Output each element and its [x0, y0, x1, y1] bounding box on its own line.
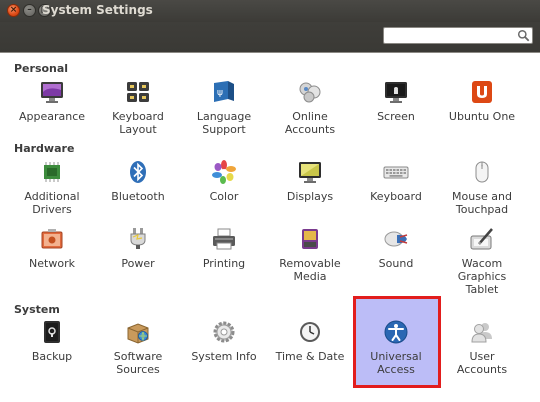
toolbar — [0, 22, 540, 53]
online-accounts-icon — [299, 82, 321, 103]
title-bar: × – ▢ System Settings — [0, 0, 540, 23]
network-label: Network — [29, 257, 75, 270]
minimize-icon: – — [27, 5, 32, 15]
removable-media-item[interactable]: Removable Media — [267, 226, 353, 283]
keyboard-layout-icon — [127, 82, 149, 102]
gear-icon — [213, 321, 235, 343]
keyboard-icon — [383, 166, 409, 179]
additional-drivers-icon — [44, 162, 60, 182]
additional-drivers-item[interactable]: Additional Drivers — [9, 159, 95, 216]
universal-access-item[interactable]: Universal Access — [353, 319, 439, 376]
window-title: System Settings — [42, 3, 153, 17]
color-label: Color — [209, 190, 239, 203]
ubuntu-one-icon — [472, 81, 492, 103]
system-info-item[interactable]: System Info — [181, 319, 267, 363]
minimize-window-button[interactable]: – — [23, 4, 36, 17]
color-item[interactable]: Color — [181, 159, 267, 203]
network-item[interactable]: Network — [9, 226, 95, 270]
language-support-label: Language Support — [196, 110, 252, 136]
universal-access-label: Universal Access — [370, 350, 422, 376]
universal-access-icon — [384, 320, 408, 344]
online-accounts-label: Online Accounts — [284, 110, 336, 136]
backup-label: Backup — [31, 350, 73, 363]
screen-item[interactable]: Screen — [353, 79, 439, 123]
mouse-touchpad-item[interactable]: Mouse and Touchpad — [439, 159, 525, 216]
appearance-label: Appearance — [18, 110, 86, 123]
keyboard-item[interactable]: Keyboard — [353, 159, 439, 203]
close-icon: × — [9, 5, 18, 15]
mouse-icon — [475, 161, 489, 183]
clock-icon — [300, 322, 320, 342]
bluetooth-item[interactable]: Bluetooth — [95, 159, 181, 203]
system-info-label: System Info — [191, 350, 257, 363]
online-accounts-item[interactable]: Online Accounts — [267, 79, 353, 136]
system-settings-window: × – ▢ System Settings Personal Hardware … — [0, 0, 540, 402]
wacom-tablet-icon — [470, 228, 493, 250]
additional-drivers-label: Additional Drivers — [24, 190, 80, 216]
screen-icon — [385, 82, 407, 103]
keyboard-label: Keyboard — [370, 190, 422, 203]
ubuntu-one-label: Ubuntu One — [448, 110, 516, 123]
bluetooth-label: Bluetooth — [111, 190, 165, 203]
printing-item[interactable]: Printing — [181, 226, 267, 270]
sound-label: Sound — [378, 257, 414, 270]
displays-label: Displays — [286, 190, 334, 203]
network-icon — [41, 229, 63, 249]
mouse-touchpad-label: Mouse and Touchpad — [452, 190, 512, 216]
printing-label: Printing — [202, 257, 246, 270]
software-sources-label: Software Sources — [113, 350, 163, 376]
sound-item[interactable]: Sound — [353, 226, 439, 270]
search-icon[interactable] — [517, 29, 530, 42]
removable-media-icon — [302, 229, 318, 249]
bluetooth-icon — [130, 161, 146, 183]
displays-item[interactable]: Displays — [267, 159, 353, 203]
wacom-tablet-item[interactable]: Wacom Graphics Tablet — [439, 226, 525, 296]
appearance-icon — [41, 82, 63, 103]
wacom-tablet-label: Wacom Graphics Tablet — [457, 257, 507, 296]
user-accounts-item[interactable]: User Accounts — [439, 319, 525, 376]
keyboard-layout-label: Keyboard Layout — [112, 110, 164, 136]
screen-label: Screen — [377, 110, 415, 123]
color-icon — [212, 160, 236, 184]
software-sources-icon — [127, 323, 149, 344]
appearance-item[interactable]: Appearance — [9, 79, 95, 123]
settings-panel: Personal Hardware System Appearance Keyb… — [0, 53, 540, 402]
sound-icon — [384, 231, 408, 247]
user-accounts-label: User Accounts — [456, 350, 508, 376]
search-input[interactable] — [386, 28, 518, 43]
ubuntu-one-item[interactable]: Ubuntu One — [439, 79, 525, 123]
keyboard-layout-item[interactable]: Keyboard Layout — [95, 79, 181, 136]
language-support-icon: ψ — [214, 81, 234, 102]
users-icon — [471, 323, 492, 343]
power-item[interactable]: Power — [95, 226, 181, 270]
power-icon — [130, 228, 146, 249]
svg-text:ψ: ψ — [217, 88, 223, 98]
section-title-system: System — [14, 303, 60, 316]
displays-icon — [299, 162, 321, 183]
backup-icon — [44, 321, 60, 343]
removable-media-label: Removable Media — [279, 257, 341, 283]
time-date-label: Time & Date — [275, 350, 345, 363]
section-title-personal: Personal — [14, 62, 69, 75]
software-sources-item[interactable]: Software Sources — [95, 319, 181, 376]
section-title-hardware: Hardware — [14, 142, 75, 155]
backup-item[interactable]: Backup — [9, 319, 95, 363]
search-box[interactable] — [383, 27, 533, 44]
power-label: Power — [121, 257, 155, 270]
close-window-button[interactable]: × — [7, 4, 20, 17]
time-date-item[interactable]: Time & Date — [267, 319, 353, 363]
language-support-item[interactable]: ψ Language Support — [181, 79, 267, 136]
printer-icon — [213, 228, 235, 250]
